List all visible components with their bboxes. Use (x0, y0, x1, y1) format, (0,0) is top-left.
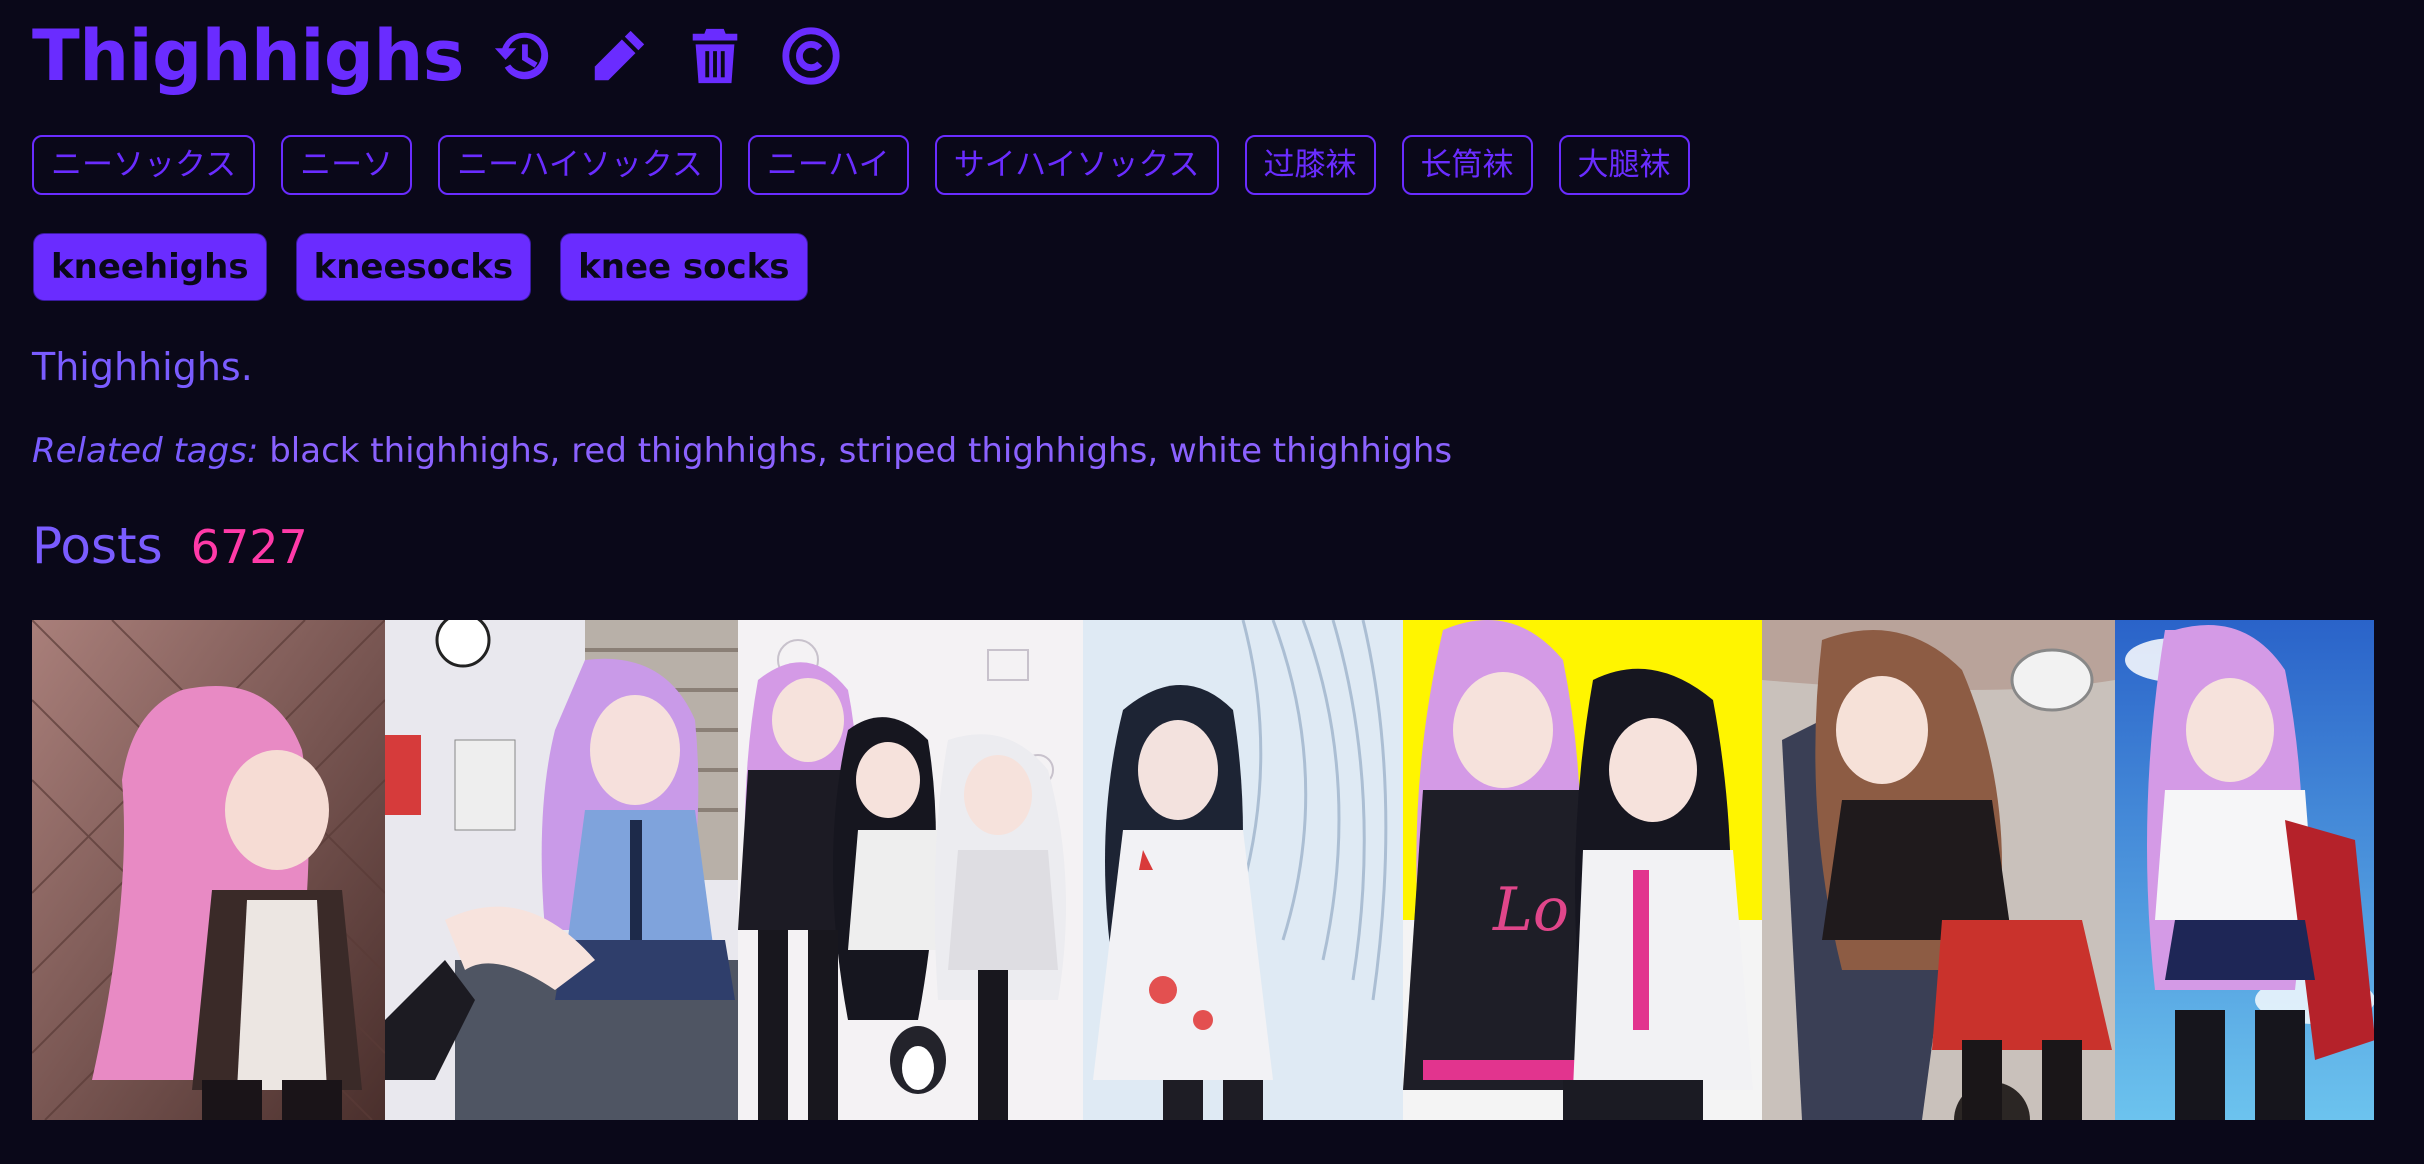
related-tag-link[interactable]: white thighhighs (1169, 431, 1452, 471)
thumbnail-image (2115, 620, 2374, 1120)
related-tags: Related tags: black thighhighs, red thig… (32, 428, 1452, 474)
other-name[interactable]: 大腿袜 (1558, 135, 1690, 195)
thumbnail-image (1083, 620, 1403, 1120)
alias-tag[interactable]: kneesocks (296, 234, 531, 300)
alias-tag[interactable]: kneehighs (34, 234, 266, 300)
posts-header: Posts 6727 (32, 517, 308, 575)
post-count: 6727 (190, 520, 308, 574)
trash-icon (692, 28, 738, 84)
post-thumbnail[interactable] (32, 620, 385, 1120)
post-thumbnail[interactable] (1762, 620, 2115, 1120)
svg-text:Lo: Lo (1492, 875, 1569, 945)
other-name[interactable]: ニーハイソックス (438, 135, 722, 195)
related-tag-link[interactable]: red thighhighs, (571, 431, 828, 471)
edit-button[interactable] (588, 25, 650, 87)
alias-list: kneehighs kneesocks knee socks (34, 234, 838, 300)
related-tag-link[interactable]: black thighhighs, (269, 431, 560, 471)
copyright-icon (782, 27, 840, 85)
thumbnail-image (385, 620, 738, 1120)
related-tag-link[interactable]: striped thighhighs, (839, 431, 1158, 471)
post-gallery: Lo (32, 620, 2374, 1120)
other-name[interactable]: サイハイソックス (934, 135, 1219, 195)
copyright-button[interactable] (780, 25, 842, 87)
other-name[interactable]: 长筒袜 (1401, 135, 1533, 195)
post-thumbnail[interactable] (1083, 620, 1403, 1120)
post-thumbnail[interactable] (385, 620, 738, 1120)
other-names-list: ニーソックス ニーソ ニーハイソックス ニーハイ サイハイソックス 过膝袜 长筒… (32, 135, 1716, 195)
page-title: Thighhighs (32, 15, 464, 97)
other-name[interactable]: ニーハイ (747, 135, 909, 195)
thumbnail-image (738, 620, 1083, 1120)
other-name[interactable]: ニーソックス (32, 135, 256, 195)
posts-heading[interactable]: Posts (32, 517, 163, 575)
related-tags-label: Related tags: (32, 431, 259, 471)
post-thumbnail[interactable] (738, 620, 1083, 1120)
alias-tag[interactable]: knee socks (561, 234, 807, 300)
title-row: Thighhighs (32, 14, 876, 98)
tag-description: Thighhighs. (32, 345, 253, 389)
history-icon (494, 32, 549, 80)
history-button[interactable] (492, 25, 554, 87)
delete-button[interactable] (684, 25, 746, 87)
pencil-icon (594, 30, 645, 81)
post-thumbnail[interactable]: Lo (1403, 620, 1762, 1120)
thumbnail-image (1762, 620, 2115, 1120)
post-thumbnail[interactable] (2115, 620, 2374, 1120)
tag-toolbar (492, 25, 876, 87)
thumbnail-image: Lo (1403, 620, 1762, 1120)
thumbnail-image (32, 620, 385, 1120)
other-name[interactable]: 过膝袜 (1244, 135, 1376, 195)
other-name[interactable]: ニーソ (281, 135, 413, 195)
